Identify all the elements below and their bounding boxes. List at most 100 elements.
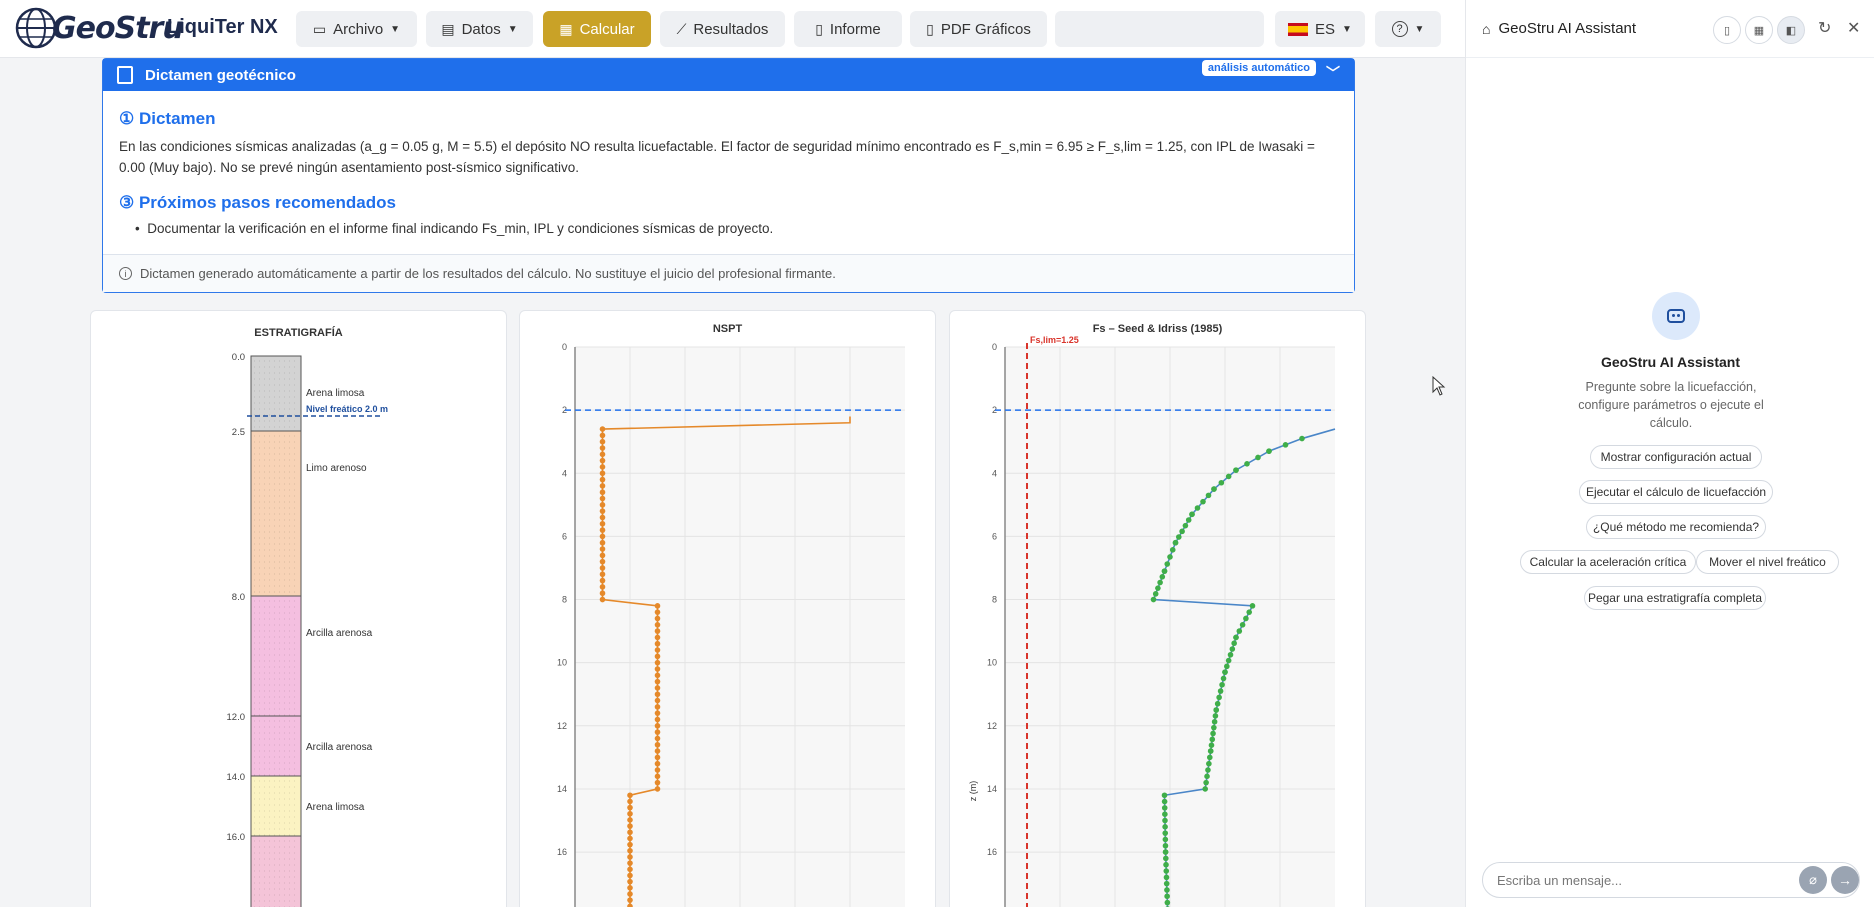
data-point — [1162, 830, 1169, 836]
app-logo[interactable]: GeoStru — [14, 6, 184, 50]
search-input[interactable] — [1055, 11, 1264, 47]
data-point — [654, 628, 661, 634]
data-point — [627, 854, 633, 860]
data-point — [1220, 675, 1227, 682]
folder-icon: ▭ — [312, 20, 327, 37]
data-point — [599, 445, 606, 451]
dock-side-icon[interactable]: ◧ — [1777, 16, 1805, 44]
y-tick-label: 16 — [987, 847, 997, 857]
data-point — [654, 773, 661, 780]
section-dictamen-title: ① Dictamen — [119, 109, 216, 128]
data-point — [654, 710, 661, 716]
help-icon: ? — [1391, 21, 1408, 37]
data-point — [599, 565, 606, 571]
resultados-button[interactable]: ⟋ Resultados — [660, 11, 785, 47]
chip-nivel-freatico[interactable]: Mover el nivel freático — [1696, 550, 1839, 574]
chip-metodo-recomendado[interactable]: ¿Qué método me recomienda? — [1586, 515, 1766, 539]
data-point — [599, 558, 606, 565]
data-point — [1161, 798, 1168, 805]
data-point — [1206, 760, 1212, 767]
data-point — [1211, 486, 1217, 492]
data-point — [1211, 718, 1218, 725]
reset-icon[interactable]: ↻ — [1818, 18, 1831, 38]
data-point — [1185, 517, 1192, 523]
next-step-item: • Documentar la verificación en el infor… — [135, 221, 774, 236]
stratum-label: Arcilla arenosa — [306, 742, 373, 753]
stratum-label: Arcilla arenosa — [306, 628, 373, 639]
data-point — [627, 823, 633, 829]
data-point — [1163, 874, 1170, 881]
data-point — [1155, 585, 1161, 591]
data-point — [1214, 700, 1221, 707]
data-point — [654, 666, 661, 672]
data-point — [599, 426, 606, 432]
data-point — [627, 891, 633, 897]
y-tick-label: 14 — [557, 784, 567, 794]
attach-icon[interactable]: ⌀ — [1799, 866, 1827, 894]
chip-aceleracion-critica[interactable]: Calcular la aceleración crítica — [1520, 550, 1696, 574]
help-dropdown[interactable]: ? ▼ — [1375, 11, 1441, 47]
data-point — [654, 672, 661, 679]
data-point — [599, 552, 606, 559]
send-icon[interactable]: → — [1831, 866, 1859, 894]
data-point — [599, 546, 606, 552]
dictamen-header[interactable]: Dictamen geotécnico análisis automático … — [103, 59, 1354, 91]
calcular-label: Calcular — [579, 20, 635, 38]
data-point — [1172, 539, 1179, 546]
informe-button[interactable]: ▯ Informe — [794, 11, 902, 47]
data-point — [1164, 893, 1170, 900]
data-point — [1203, 779, 1209, 786]
data-point — [654, 748, 661, 754]
data-point — [599, 489, 606, 496]
data-point — [1205, 767, 1211, 773]
close-icon[interactable]: ✕ — [1847, 18, 1860, 38]
dictamen-footer: i Dictamen generado automáticamente a pa… — [103, 254, 1354, 292]
data-point — [627, 847, 633, 854]
y-tick-label: 0 — [562, 342, 567, 352]
datos-menu-button[interactable]: ▤ Datos ▼ — [426, 11, 533, 47]
y-tick-label: 8 — [562, 595, 567, 605]
section-next-steps-title: ③ Próximos pasos recomendados — [119, 193, 396, 212]
next-step-text: Documentar la verificación en el informe… — [147, 221, 774, 236]
data-point — [1219, 681, 1225, 688]
caret-down-icon: ▼ — [507, 23, 518, 35]
dock-bottom-icon[interactable]: ▦ — [1745, 16, 1773, 44]
calcular-button[interactable]: ▦ Calcular — [543, 11, 651, 47]
y-tick-label: 4 — [562, 468, 567, 478]
dock-right-icon[interactable]: ▯ — [1713, 16, 1741, 44]
data-point — [1159, 574, 1166, 580]
stratigraphy-column: Arena limosa Limo arenoso Arcilla arenosa A… — [227, 352, 388, 907]
data-point — [1163, 868, 1170, 874]
data-point — [1225, 473, 1232, 480]
archivo-label: Archivo — [333, 20, 384, 38]
data-point — [1207, 748, 1214, 754]
data-point — [599, 470, 606, 477]
dictamen-card: Dictamen geotécnico análisis automático … — [102, 58, 1355, 293]
data-point — [654, 621, 661, 628]
data-point — [654, 615, 661, 622]
pdf-file-icon: ▯ — [926, 20, 934, 37]
language-dropdown[interactable]: ES ▼ — [1275, 11, 1365, 47]
archivo-menu-button[interactable]: ▭ Archivo ▼ — [296, 11, 417, 47]
data-point — [627, 792, 633, 799]
chip-ejecutar-calculo[interactable]: Ejecutar el cálculo de licuefacción — [1579, 480, 1773, 504]
stratum-layer — [250, 595, 302, 717]
stratum-layer — [250, 430, 302, 597]
data-point — [654, 603, 661, 609]
y-tick-label: 6 — [992, 531, 997, 541]
dictamen-text: En las condiciones sísmicas analizadas (… — [119, 139, 1315, 175]
fs-panel: Fs – Seed & Idriss (1985) 02468101214161… — [949, 310, 1366, 907]
data-point — [627, 897, 633, 903]
data-point — [599, 577, 606, 584]
chip-pegar-estratigrafia[interactable]: Pegar una estratigrafía completa — [1584, 586, 1766, 610]
data-point — [1249, 603, 1256, 609]
data-point — [1169, 547, 1176, 553]
pdf-graficos-button[interactable]: ▯ PDF Gráficos — [910, 11, 1047, 47]
data-point — [599, 464, 606, 470]
data-point — [599, 476, 606, 483]
data-point — [1162, 836, 1169, 843]
data-point — [627, 804, 633, 811]
data-point — [599, 596, 606, 603]
chevron-down-icon[interactable]: ﹀ — [1326, 63, 1340, 83]
chip-mostrar-config[interactable]: Mostrar configuración actual — [1590, 445, 1762, 469]
